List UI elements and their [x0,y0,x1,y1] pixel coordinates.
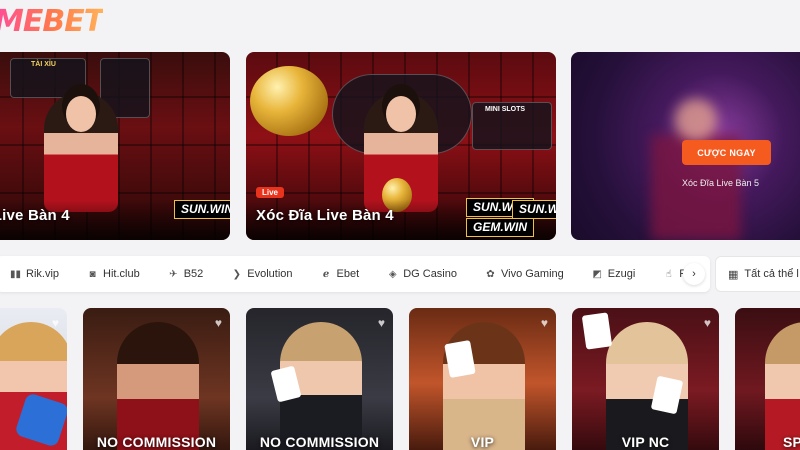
page: MEBET TÀI XỈU SUN.WIN Xóc Đĩa Live Bàn 4… [0,0,800,450]
provider-hit-club[interactable]: ◙ Hit.club [87,268,140,280]
live-badge: Live [256,187,285,198]
live-card-3[interactable]: CƯỢC NGAY Xóc Đĩa Live Bàn 5 [571,52,800,240]
dealer-head [386,96,416,132]
provider-label: Hit.club [103,268,140,280]
badge-gem-win: GEM.WIN [466,218,534,237]
provider-label: Ezugi [607,268,636,280]
provider-ezugi[interactable]: ◩ Ezugi [592,268,636,280]
dealer-figure [44,92,118,212]
game-tile[interactable]: SP [735,308,800,450]
provider-vivo-gaming[interactable]: ✿ Vivo Gaming [485,268,564,280]
dealer-image [765,322,800,450]
blurred-dealer-figure [651,90,741,240]
tile-label: NO COMMISSION [96,434,217,450]
b52-icon: ✈ [169,268,178,280]
favorite-heart-icon[interactable]: ♥ [378,316,385,330]
mini-slots-label: MINI SLOTS [485,106,526,113]
game-tile[interactable]: ♥ NO COMMISSION [246,308,393,450]
provider-ebet[interactable]: ℯ Ebet [321,268,360,280]
provider-label: B52 [183,268,204,280]
provider-label: Ebet [336,268,360,280]
favorite-heart-icon[interactable]: ♥ [52,316,59,330]
dealer-image [443,322,525,450]
favorite-heart-icon[interactable]: ♥ [704,316,711,330]
card-title: Xóc Đĩa Live Bàn 4 [256,207,394,224]
dealer-head [66,96,96,132]
tile-label: NO COMMISSION [259,434,380,450]
grid-icon: ▦ [728,268,739,281]
dg-icon: ◈ [388,268,397,280]
hit-icon: ◙ [89,268,96,280]
vivo-icon: ✿ [486,268,495,280]
game-tile[interactable]: ♥ NO COMMISSION [83,308,230,450]
tile-label: SP [783,434,800,450]
chevron-right-icon[interactable]: › [683,263,705,285]
provider-rik-vip[interactable]: ▮▮ Rik.vip [10,268,59,280]
mini-slots-panel: MINI SLOTS [472,102,552,150]
all-games-button[interactable]: ▦ Tất cả thể l [715,256,800,292]
provider-evolution[interactable]: ❯ Evolution [231,268,293,280]
evolution-icon: ❯ [232,268,241,280]
overlay-title: TÀI XỈU [31,61,56,68]
game-tile[interactable]: ♥ VIP [409,308,556,450]
gold-ball-image [250,66,328,136]
provider-b52[interactable]: ✈ B52 [168,268,204,280]
playing-card-image [581,312,613,350]
provider-label: DG Casino [403,268,457,280]
pl-icon: ☝ [665,268,672,280]
partner-badge: SUN.WIN [174,200,230,219]
provider-label: Rik.vip [26,268,60,280]
playing-card-image [444,340,476,378]
tile-label: VIP [470,434,495,450]
partner-badge: SUN.WIN [512,200,556,219]
logo-text: MEBET [0,2,104,42]
game-tile[interactable]: ♥ VIP NC [572,308,719,450]
game-tile[interactable]: ♥ [0,308,67,450]
dealer-image [117,322,199,450]
card-subtitle: Xóc Đĩa Live Bàn 5 [682,178,760,188]
tile-label: VIP NC [621,434,670,450]
brand-logo[interactable]: MEBET [0,2,104,42]
live-card-2[interactable]: MINI SLOTS SUN.WIN GEM.WIN SUN.WIN Live … [246,52,556,240]
all-games-label: Tất cả thể l [744,268,799,280]
card-title: Xóc Đĩa Live Bàn 4 [0,207,70,224]
provider-dg-casino[interactable]: ◈ DG Casino [387,268,457,280]
rik-icon: ▮▮ [10,268,22,280]
bet-now-button[interactable]: CƯỢC NGAY [682,140,771,165]
favorite-heart-icon[interactable]: ♥ [215,316,222,330]
favorite-heart-icon[interactable]: ♥ [541,316,548,330]
ebet-icon: ℯ [322,268,330,280]
live-card-1[interactable]: TÀI XỈU SUN.WIN Xóc Đĩa Live Bàn 4 [0,52,230,240]
provider-label: Vivo Gaming [500,268,564,280]
ezugi-icon: ◩ [592,268,602,280]
provider-label: Evolution [247,268,293,280]
provider-bar: ▮▮ Rik.vip ◙ Hit.club ✈ B52 ❯ Evolution … [0,256,710,292]
